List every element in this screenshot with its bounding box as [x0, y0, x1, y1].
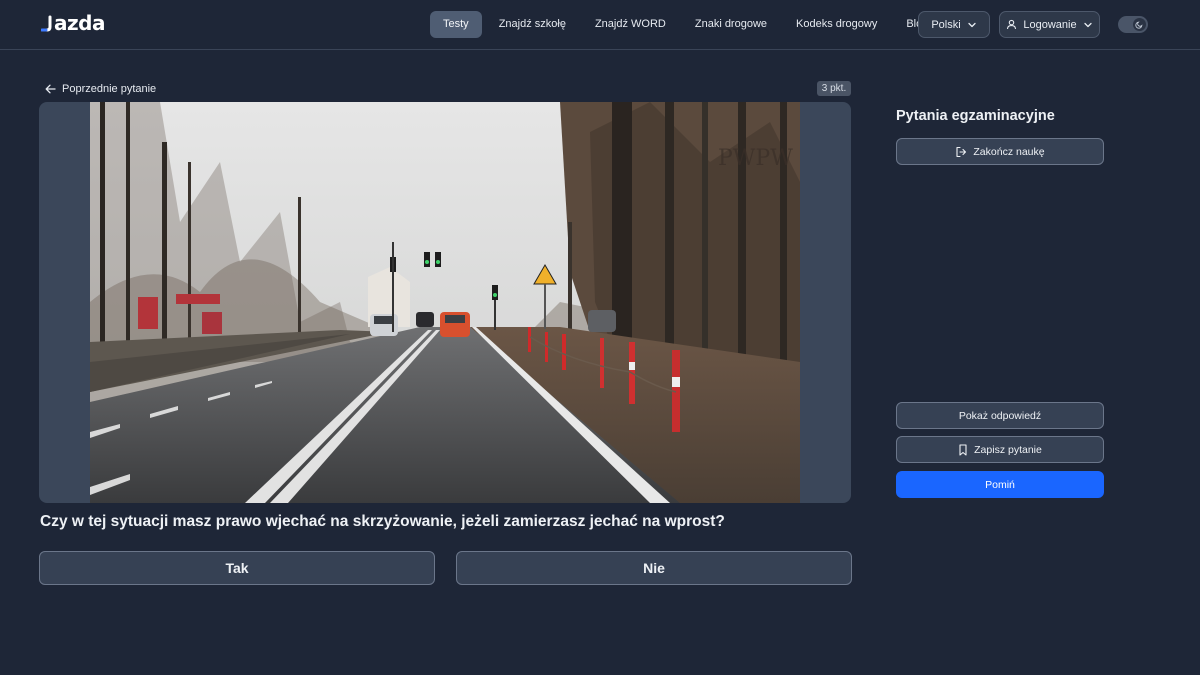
login-dropdown[interactable]: Logowanie — [999, 11, 1100, 38]
nav-item-kodeks-drogowy[interactable]: Kodeks drogowy — [783, 11, 890, 38]
language-label: Polski — [931, 18, 961, 31]
nav-item-znajdz-word[interactable]: Znajdź WORD — [582, 11, 679, 38]
pwpw-watermark: PWPW — [718, 146, 793, 171]
arrow-left-icon — [45, 84, 56, 94]
points-badge: 3 pkt. — [817, 81, 851, 96]
nav-item-znaki-drogowe[interactable]: Znaki drogowe — [682, 11, 780, 38]
show-answer-button[interactable]: Pokaż odpowiedź — [896, 402, 1104, 429]
nav-item-znajdz-szkole[interactable]: Znajdź szkołę — [486, 11, 579, 38]
language-select[interactable]: Polski — [918, 11, 990, 38]
theme-toggle[interactable] — [1118, 16, 1148, 33]
road-scene-image: PWPW — [90, 102, 800, 503]
bookmark-icon — [958, 443, 968, 456]
answer-tak-button[interactable]: Tak — [39, 551, 435, 585]
skip-label: Pomiń — [985, 478, 1015, 491]
show-answer-label: Pokaż odpowiedź — [958, 409, 1042, 422]
login-label: Logowanie — [1023, 18, 1077, 31]
top-navigation-bar: azda Testy Znajdź szkołę Znajdź WORD Zna… — [0, 0, 1200, 50]
save-question-label: Zapisz pytanie — [974, 443, 1042, 456]
question-text: Czy w tej sytuacji masz prawo wjechać na… — [40, 513, 725, 530]
previous-question-label: Poprzednie pytanie — [62, 83, 157, 95]
chevron-down-icon — [967, 20, 977, 30]
answer-nie-button[interactable]: Nie — [456, 551, 852, 585]
moon-icon — [1133, 18, 1146, 31]
skip-button[interactable]: Pomiń — [896, 471, 1104, 498]
main-nav: Testy Znajdź szkołę Znajdź WORD Znaki dr… — [430, 11, 941, 38]
sidebar-title: Pytania egzaminacyjne — [896, 108, 1055, 124]
logo[interactable]: azda — [41, 11, 105, 35]
nav-item-testy[interactable]: Testy — [430, 11, 482, 38]
logout-icon — [955, 146, 967, 158]
logo-j-mark — [41, 13, 53, 33]
save-question-button[interactable]: Zapisz pytanie — [896, 436, 1104, 463]
end-learning-button[interactable]: Zakończ naukę — [896, 138, 1104, 165]
previous-question-link[interactable]: Poprzednie pytanie — [45, 81, 156, 97]
chevron-down-icon — [1083, 20, 1093, 30]
question-media-frame: PWPW — [39, 102, 851, 503]
end-learning-label: Zakończ naukę — [973, 145, 1045, 158]
logo-text: azda — [54, 11, 105, 35]
user-icon — [1006, 19, 1017, 30]
